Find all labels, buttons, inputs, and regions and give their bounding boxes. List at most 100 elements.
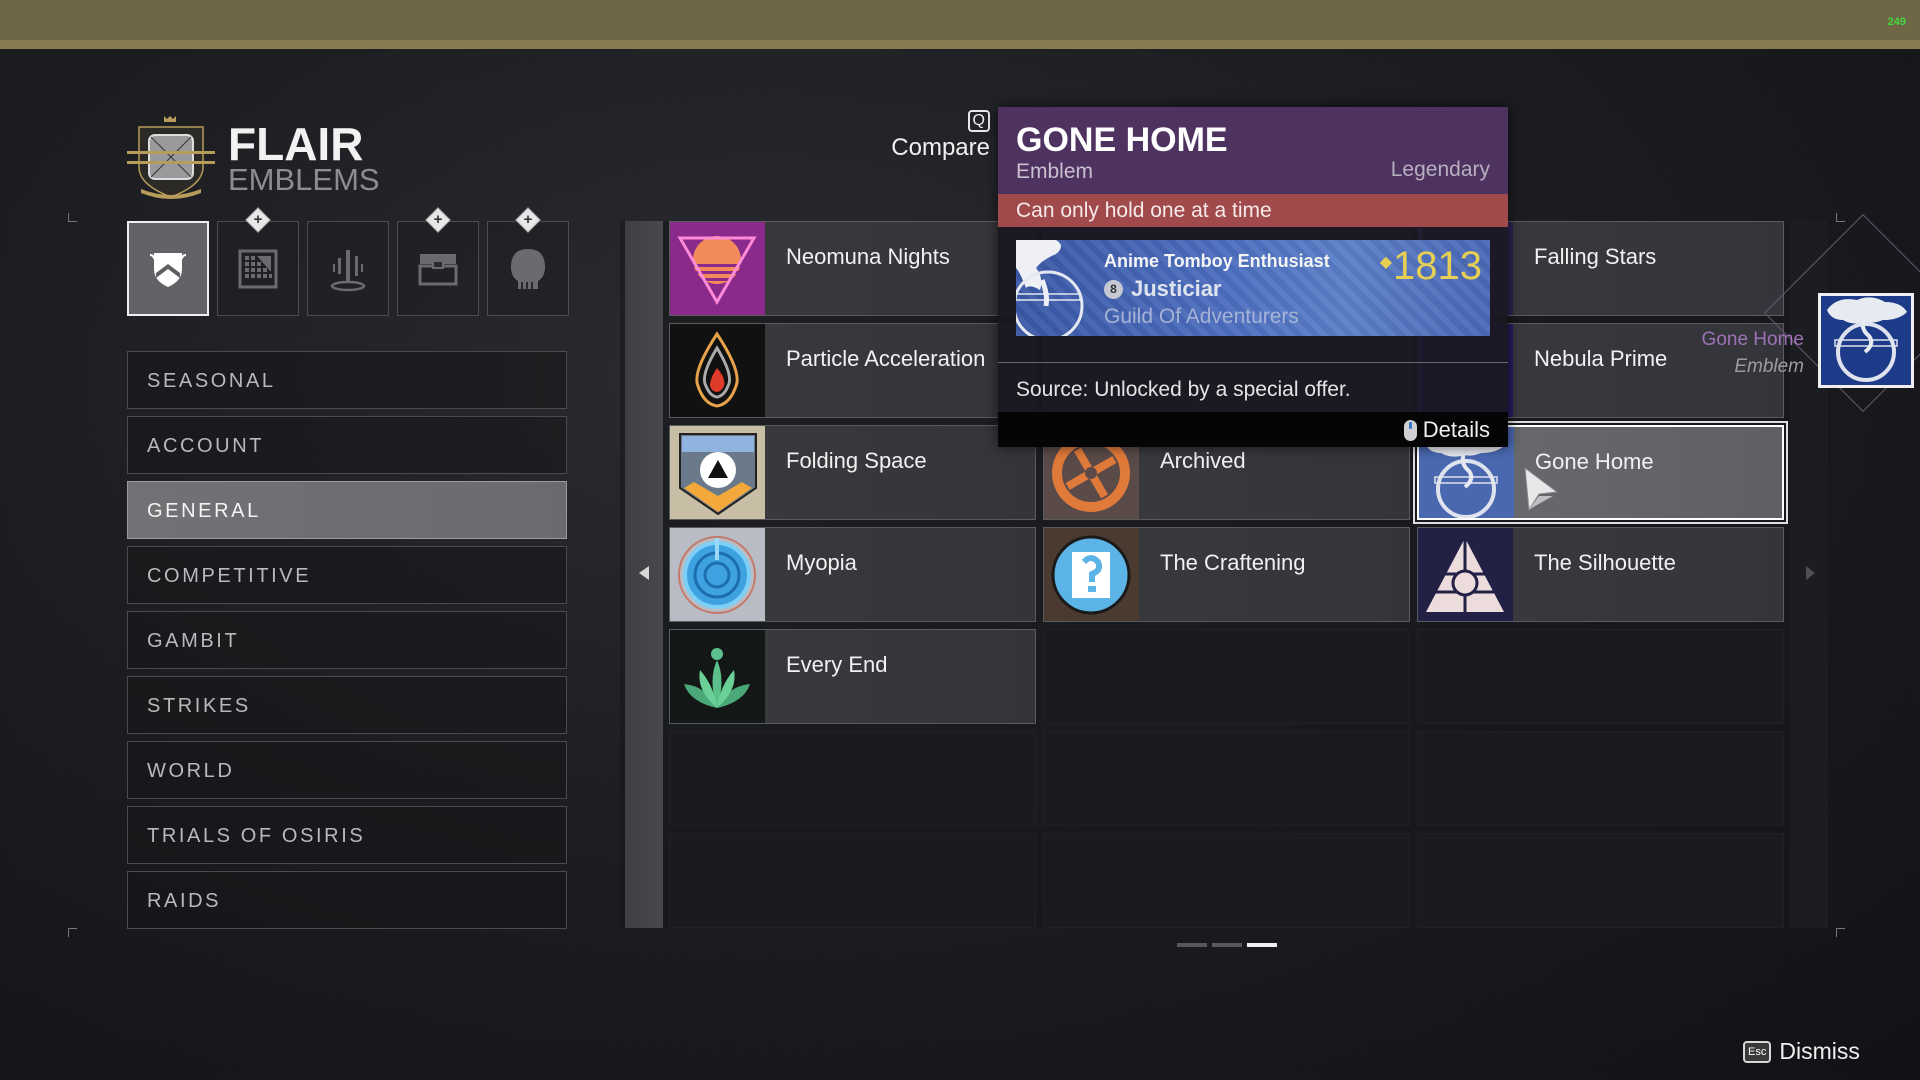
page-indicator-dot[interactable]	[1212, 943, 1242, 947]
tooltip-divider	[998, 362, 1508, 363]
empty-slot	[1043, 731, 1410, 826]
empty-slot	[669, 833, 1036, 928]
sidebar-item-raids[interactable]: RAIDS	[127, 871, 567, 929]
preview-item-type: Emblem	[1734, 356, 1804, 377]
sidebar-item-label: STRIKES	[147, 695, 251, 717]
page-indicator-dot[interactable]	[1177, 943, 1207, 947]
mouse-cursor-icon	[1524, 466, 1559, 512]
sidebar-item-general[interactable]: GENERAL	[127, 481, 567, 539]
power-value: 1813	[1393, 244, 1482, 288]
q-key-icon: Q	[967, 110, 990, 132]
emblem-name: Every End	[786, 652, 888, 677]
player-name: Anime Tomboy Enthusiast	[1104, 251, 1330, 271]
esc-key-icon: Esc	[1743, 1040, 1772, 1063]
sidebar-item-trials-of-osiris[interactable]: TRIALS OF OSIRIS	[127, 806, 567, 864]
clan-name: Guild Of Adventurers	[1104, 305, 1299, 328]
rank-title: Justiciar	[1131, 276, 1222, 301]
details-label: Details	[1422, 417, 1490, 442]
tooltip-source: Source: Unlocked by a special offer.	[1016, 378, 1351, 401]
corner-bracket	[1836, 213, 1845, 222]
emblem-tile-myopia[interactable]: Myopia	[669, 527, 1036, 622]
ghost-shell-icon	[511, 248, 545, 290]
folding-space-crest-icon	[670, 426, 765, 519]
sidebar-item-label: SEASONAL	[147, 370, 276, 392]
item-tooltip: GONE HOME Emblem Legendary Can only hold…	[998, 107, 1508, 447]
prev-page-button[interactable]	[625, 221, 663, 928]
new-item-badge	[245, 207, 271, 233]
corner-bracket	[1836, 928, 1845, 937]
sidebar-item-label: TRIALS OF OSIRIS	[147, 825, 366, 847]
sidebar-item-label: GAMBIT	[147, 630, 240, 652]
flame-drop-icon	[670, 324, 765, 417]
empty-slot	[1417, 629, 1784, 724]
emblem-name: Falling Stars	[1534, 244, 1657, 269]
corner-bracket	[68, 928, 77, 937]
emblem-name: The Craftening	[1160, 550, 1306, 575]
puzzle-question-icon	[1044, 528, 1139, 621]
compare-label: Compare	[891, 134, 990, 161]
compare-hint[interactable]: Q Compare	[886, 110, 990, 162]
synthwave-triangle-icon	[670, 222, 765, 315]
chevron-left-icon	[639, 566, 649, 580]
tooltip-header: GONE HOME Emblem Legendary	[998, 107, 1508, 194]
dismiss-button[interactable]: Esc Dismiss	[1743, 1038, 1860, 1065]
emblem-tile-neomuna-nights[interactable]: Neomuna Nights	[669, 221, 1036, 316]
tab-emblems[interactable]	[127, 221, 209, 316]
preview-emblem	[1818, 293, 1914, 388]
chest-icon	[418, 253, 458, 285]
emblem-name: Nebula Prime	[1534, 346, 1668, 371]
sidebar-item-account[interactable]: ACCOUNT	[127, 416, 567, 474]
emblem-tile-folding-space[interactable]: Folding Space	[669, 425, 1036, 520]
empty-slot	[1417, 833, 1784, 928]
top-status-bar: 249	[0, 0, 1920, 40]
emblem-name: Neomuna Nights	[786, 244, 950, 269]
power-level: ◆1813	[1380, 244, 1482, 289]
power-diamond-icon: ◆	[1379, 254, 1393, 271]
nameplate-preview: Anime Tomboy Enthusiast 8 Justiciar Guil…	[1016, 240, 1490, 336]
page-subtitle: EMBLEMS	[228, 162, 380, 197]
rank-badge: 8	[1104, 279, 1123, 299]
transmat-effect-icon	[330, 249, 366, 291]
tooltip-item-type: Emblem	[1016, 160, 1094, 183]
shield-emblem-icon	[149, 252, 187, 287]
sidebar-item-world[interactable]: WORLD	[127, 741, 567, 799]
tooltip-title: GONE HOME	[1016, 121, 1228, 159]
tooltip-footer: Details	[998, 412, 1508, 447]
tree-circle-icon	[1016, 240, 1084, 336]
tab-ghost-shells[interactable]	[487, 207, 569, 316]
tooltip-warning: Can only hold one at a time	[998, 194, 1508, 227]
emblem-tile-the-craftening[interactable]: The Craftening	[1043, 527, 1410, 622]
warning-text: Can only hold one at a time	[1016, 199, 1272, 222]
tooltip-rarity: Legendary	[1390, 158, 1490, 181]
sidebar-item-label: ACCOUNT	[147, 435, 265, 457]
tab-ships[interactable]	[397, 207, 479, 316]
sidebar-item-seasonal[interactable]: SEASONAL	[127, 351, 567, 409]
sidebar-item-competitive[interactable]: COMPETITIVE	[127, 546, 567, 604]
triangle-pattern-icon	[1418, 528, 1513, 621]
fps-counter: 249	[1887, 16, 1906, 28]
top-accent-stripe	[0, 40, 1920, 49]
sidebar-item-strikes[interactable]: STRIKES	[127, 676, 567, 734]
tab-shaders[interactable]	[217, 207, 299, 316]
shader-grid-icon	[238, 249, 278, 288]
sidebar-item-gambit[interactable]: GAMBIT	[127, 611, 567, 669]
new-item-badge	[425, 207, 451, 233]
sidebar-item-label: RAIDS	[147, 890, 222, 912]
preview-item-name: Gone Home	[1701, 329, 1804, 350]
sidebar-item-label: WORLD	[147, 760, 235, 782]
tab-transmat-effects[interactable]	[307, 221, 389, 316]
details-button[interactable]: Details	[1403, 417, 1490, 443]
emblem-tile-every-end[interactable]: Every End	[669, 629, 1036, 724]
flair-crest-icon	[127, 116, 215, 199]
chevron-right-icon	[1806, 566, 1815, 580]
new-item-badge	[515, 207, 541, 233]
player-rank: 8 Justiciar	[1104, 276, 1222, 302]
emblem-tile-the-silhouette[interactable]: The Silhouette	[1417, 527, 1784, 622]
empty-slot	[1043, 629, 1410, 724]
emblem-name: Archived	[1160, 448, 1246, 473]
emblem-tile-particle-acceleration[interactable]: Particle Acceleration	[669, 323, 1036, 418]
empty-slot	[1043, 833, 1410, 928]
page-indicator-dot[interactable]	[1247, 943, 1277, 947]
lens-circle-icon	[670, 528, 765, 621]
empty-slot	[669, 731, 1036, 826]
